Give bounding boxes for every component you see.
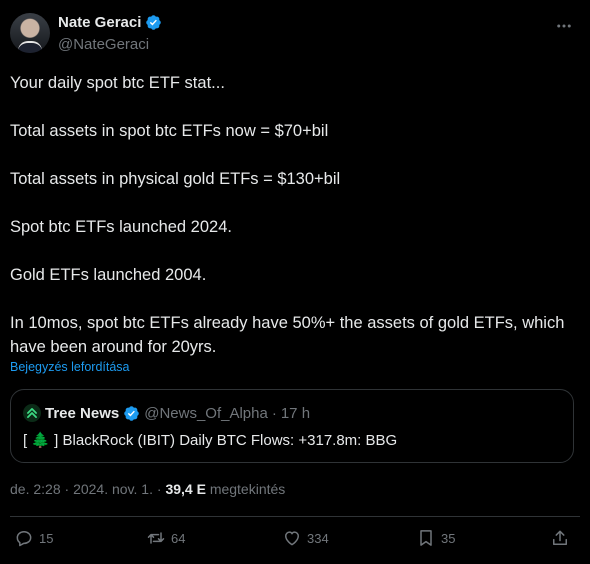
chevrons-up-icon [27,408,37,418]
bookmark-icon [420,530,432,546]
quoted-tweet-header: Tree News @News_Of_Alpha · 17 h [23,404,310,422]
dot-separator: · [64,481,70,497]
dot-separator: · [156,481,162,497]
tweet-paragraph: Gold ETFs launched 2004. [10,266,207,284]
like-button[interactable]: 334 [282,528,329,548]
translate-post-link[interactable]: Bejegyzés lefordítása [10,360,130,374]
more-options-button[interactable] [554,16,574,36]
reply-icon [16,531,32,547]
bookmark-count: 35 [441,530,456,546]
avatar[interactable] [10,13,50,53]
author-name[interactable]: Nate Geraci [58,14,141,31]
author-handle[interactable]: @NateGeraci [58,36,149,53]
dot-separator: · [271,404,277,422]
views-count: 39,4 E [165,481,206,497]
tree-news-avatar[interactable] [23,404,41,422]
share-icon [553,530,567,545]
quoted-author-handle[interactable]: @News_Of_Alpha [144,405,268,422]
avatar-figure [18,41,42,53]
like-count: 334 [307,530,329,546]
retweet-icon [147,532,165,544]
post-time[interactable]: de. 2:28 [10,481,61,497]
verified-badge-icon [146,15,162,30]
reply-button[interactable]: 15 [14,528,53,548]
quoted-time[interactable]: 17 h [281,405,310,422]
tweet-paragraph: Your daily spot btc ETF stat... [10,74,225,92]
tweet-paragraph: Total assets in physical gold ETFs = $13… [10,170,341,188]
tweet-text: Your daily spot btc ETF stat... Total as… [10,71,580,359]
tweet-paragraph: Total assets in spot btc ETFs now = $70+… [10,122,329,140]
more-icon [557,24,571,28]
action-bar: 15 64 334 35 [10,528,580,552]
quoted-tweet[interactable]: Tree News @News_Of_Alpha · 17 h [ 🌲 ] Bl… [10,389,574,463]
verified-badge-icon [124,405,139,421]
tweet-paragraph: Spot btc ETFs launched 2024. [10,218,232,236]
share-button[interactable] [550,528,570,548]
heart-icon [285,531,299,546]
tweet-header: Nate Geraci @NateGeraci [10,12,580,56]
reply-count: 15 [39,530,54,546]
tweet-meta: de. 2:28 · 2024. nov. 1. · 39,4 E megtek… [10,481,285,497]
bookmark-button[interactable]: 35 [416,528,455,548]
tweet: Nate Geraci @NateGeraci Your daily spot … [0,0,590,564]
quoted-author-name[interactable]: Tree News [45,405,119,422]
post-date[interactable]: 2024. nov. 1. [73,481,153,497]
divider [10,516,580,517]
retweet-button[interactable]: 64 [146,528,185,548]
author-line: Nate Geraci [58,14,162,31]
tweet-paragraph: In 10mos, spot btc ETFs already have 50%… [10,314,565,356]
views-label: megtekintés [209,481,286,497]
retweet-count: 64 [171,530,186,546]
quoted-tweet-text: [ 🌲 ] BlackRock (IBIT) Daily BTC Flows: … [23,432,398,449]
